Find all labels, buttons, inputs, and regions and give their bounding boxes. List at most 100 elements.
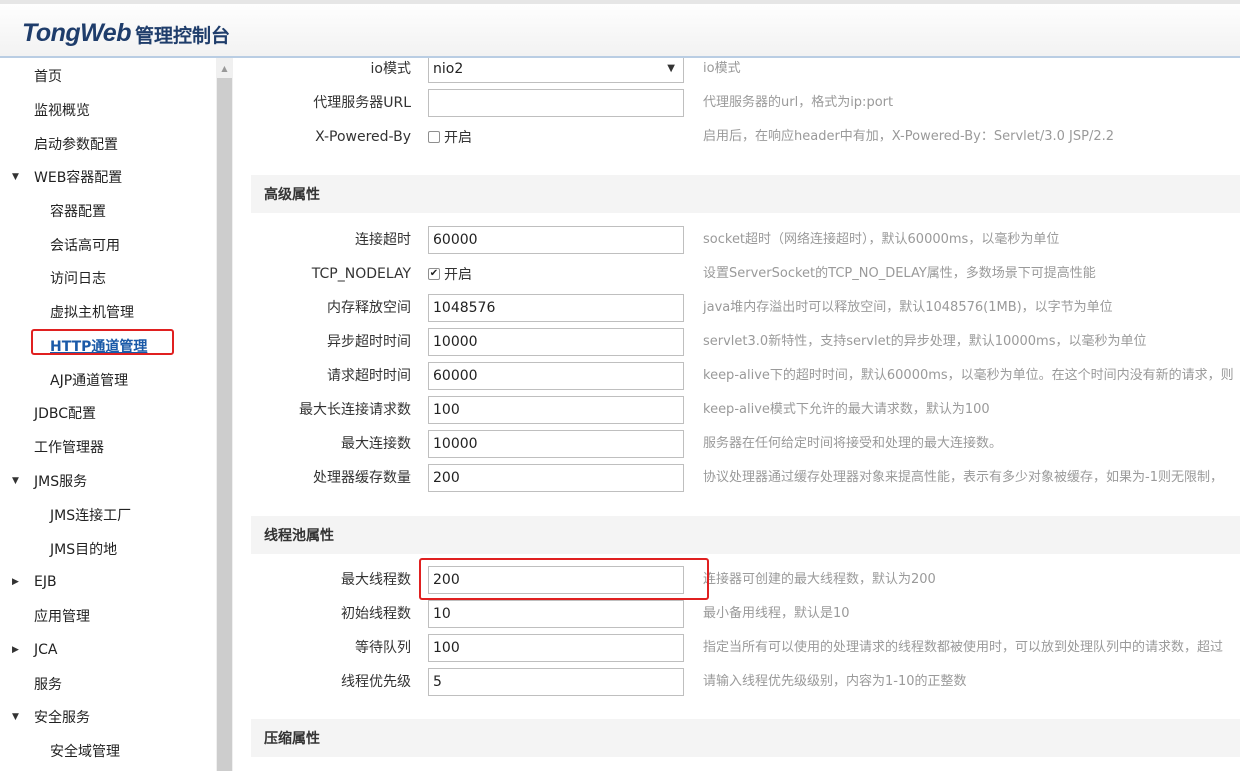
checkbox-label: 开启 — [444, 130, 472, 146]
sidebar-item-label: 监视概览 — [34, 103, 90, 119]
checkbox-checked-icon[interactable]: ✔ — [428, 268, 440, 280]
field-description: java堆内存溢出时可以释放空间，默认1048576(1MB)，以字节为单位 — [703, 300, 1113, 315]
sidebar-item-label: 首页 — [34, 69, 62, 85]
field-label: 内存释放空间 — [327, 300, 411, 316]
field-description: socket超时（网络连接超时），默认60000ms，以毫秒为单位 — [703, 232, 1060, 247]
sidebar-item-ejb[interactable]: ▶ EJB — [0, 568, 57, 596]
sidebar-item-label: JCA — [34, 642, 58, 658]
sidebar-item-container-config[interactable]: 容器配置 — [0, 197, 106, 225]
form-row-io-mode: io模式 nio2 ▼ io模式 — [233, 58, 1240, 84]
sidebar-item-session-ha[interactable]: 会话高可用 — [0, 231, 120, 259]
field-description: io模式 — [703, 61, 741, 76]
form-row-max-connections: 最大连接数 10000 服务器在任何给定时间将接受和处理的最大连接数。 — [233, 429, 1240, 459]
sidebar-item-ajp-channel[interactable]: AJP通道管理 — [0, 366, 128, 394]
sidebar-item-web-container[interactable]: ▼ WEB容器配置 — [0, 163, 122, 191]
sidebar-item-label: 安全服务 — [34, 710, 90, 726]
sidebar-item-label: 容器配置 — [50, 204, 106, 220]
sidebar-item-services[interactable]: 服务 — [0, 670, 62, 698]
sidebar-item-label: 安全域管理 — [50, 744, 120, 760]
x-powered-by-checkbox[interactable]: 开启 — [428, 128, 472, 146]
sidebar-item-jms-destination[interactable]: JMS目的地 — [0, 535, 117, 563]
sidebar-item-label: 会话高可用 — [50, 238, 120, 254]
logo-subtitle: 管理控制台 — [134, 25, 230, 47]
form-row-request-timeout: 请求超时时间 60000 keep-alive下的超时时间，默认60000ms，… — [233, 361, 1240, 391]
section-header-advanced: 高级属性 — [251, 175, 1240, 213]
field-label: 代理服务器URL — [313, 95, 411, 111]
highlight-box-max-threads — [419, 558, 709, 600]
sidebar-item-label: 工作管理器 — [34, 440, 104, 456]
min-threads-input[interactable]: 10 — [428, 600, 684, 628]
request-timeout-input[interactable]: 60000 — [428, 362, 684, 390]
form-row-accept-queue: 等待队列 100 指定当所有可以使用的处理请求的线程数都被使用时，可以放到处理队… — [233, 633, 1240, 663]
memory-release-input[interactable]: 1048576 — [428, 294, 684, 322]
field-label: 初始线程数 — [341, 606, 411, 622]
sidebar-nav: 首页 监视概览 启动参数配置 ▼ WEB容器配置 容器配置 会话高可用 访问日志 … — [0, 58, 216, 771]
max-connections-input[interactable]: 10000 — [428, 430, 684, 458]
dropdown-arrow-icon[interactable]: ▼ — [667, 58, 675, 82]
field-label: io模式 — [370, 61, 411, 77]
sidebar-item-startup-params[interactable]: 启动参数配置 — [0, 130, 118, 158]
thread-priority-input[interactable]: 5 — [428, 668, 684, 696]
main-content: io模式 nio2 ▼ io模式 代理服务器URL 代理服务器的url，格式为i… — [233, 58, 1240, 771]
sidebar-item-label: 访问日志 — [50, 271, 106, 287]
caret-right-icon[interactable]: ▶ — [12, 645, 19, 655]
field-label: 最大长连接请求数 — [299, 402, 411, 418]
io-mode-select[interactable]: nio2 ▼ — [428, 58, 684, 83]
form-row-memory-release: 内存释放空间 1048576 java堆内存溢出时可以释放空间，默认104857… — [233, 293, 1240, 323]
form-row-x-powered-by: X-Powered-By 开启 启用后，在响应header中有加，X-Power… — [233, 122, 1240, 152]
field-label: 异步超时时间 — [327, 334, 411, 350]
sidebar-item-label: JMS连接工厂 — [50, 508, 132, 524]
sidebar-item-label: AJP通道管理 — [50, 373, 129, 389]
sidebar-item-label: 虚拟主机管理 — [50, 305, 134, 321]
sidebar-scrollbar[interactable]: ▲ — [216, 58, 233, 771]
caret-down-icon[interactable]: ▼ — [12, 712, 19, 722]
proxy-url-input[interactable] — [428, 89, 684, 117]
field-description: 请输入线程优先级级别，内容为1-10的正整数 — [703, 674, 967, 689]
sidebar-item-label: EJB — [34, 574, 57, 590]
section-title: 高级属性 — [264, 187, 320, 203]
max-keepalive-input[interactable]: 100 — [428, 396, 684, 424]
async-timeout-input[interactable]: 10000 — [428, 328, 684, 356]
field-description: 指定当所有可以使用的处理请求的线程数都被使用时，可以放到处理队列中的请求数，超过 — [703, 640, 1224, 655]
field-description: 设置ServerSocket的TCP_NO_DELAY属性，多数场景下可提高性能 — [703, 266, 1096, 281]
checkbox-unchecked-icon[interactable] — [428, 131, 440, 143]
sidebar-item-label: JMS服务 — [34, 474, 88, 490]
caret-down-icon[interactable]: ▼ — [12, 476, 19, 486]
scroll-up-arrow-icon[interactable]: ▲ — [216, 60, 233, 77]
field-description: 代理服务器的url，格式为ip:port — [703, 95, 894, 110]
sidebar-item-jms-factory[interactable]: JMS连接工厂 — [0, 501, 131, 529]
checkbox-label: 开启 — [444, 267, 472, 283]
sidebar-item-virtual-host[interactable]: 虚拟主机管理 — [0, 298, 134, 326]
app-header: TongWeb 管理控制台 — [0, 0, 1240, 58]
sidebar-item-app-management[interactable]: 应用管理 — [0, 602, 90, 630]
field-label: 最大连接数 — [341, 436, 411, 452]
sidebar-item-security-domain[interactable]: 安全域管理 — [0, 737, 120, 765]
field-description: keep-alive模式下允许的最大请求数，默认为100 — [703, 402, 990, 417]
field-description: 协议处理器通过缓存处理器对象来提高性能，表示有多少对象被缓存，如果为-1则无限制… — [703, 470, 1223, 485]
scrollbar-thumb[interactable] — [217, 78, 232, 771]
form-row-tcp-nodelay: TCP_NODELAY ✔ 开启 设置ServerSocket的TCP_NO_D… — [233, 259, 1240, 289]
sidebar-item-home[interactable]: 首页 — [0, 62, 62, 90]
sidebar-item-jca[interactable]: ▶ JCA — [0, 636, 57, 664]
field-label: 线程优先级 — [341, 674, 411, 690]
caret-right-icon[interactable]: ▶ — [12, 577, 19, 587]
caret-down-icon[interactable]: ▼ — [12, 172, 19, 182]
section-title: 线程池属性 — [264, 528, 334, 544]
sidebar-item-work-manager[interactable]: 工作管理器 — [0, 433, 104, 461]
field-description: servlet3.0新特性，支持servlet的异步处理，默认10000ms，以… — [703, 334, 1147, 349]
field-description: 最小备用线程，默认是10 — [703, 606, 850, 621]
sidebar-item-jms[interactable]: ▼ JMS服务 — [0, 467, 87, 495]
tcp-nodelay-checkbox[interactable]: ✔ 开启 — [428, 265, 472, 283]
processor-cache-input[interactable]: 200 — [428, 464, 684, 492]
sidebar-item-access-log[interactable]: 访问日志 — [0, 264, 106, 292]
sidebar-item-security[interactable]: ▼ 安全服务 — [0, 703, 90, 731]
sidebar: 首页 监视概览 启动参数配置 ▼ WEB容器配置 容器配置 会话高可用 访问日志 … — [0, 58, 233, 771]
field-label: 连接超时 — [355, 232, 411, 248]
connection-timeout-input[interactable]: 60000 — [428, 226, 684, 254]
select-value: nio2 — [433, 61, 464, 77]
accept-queue-input[interactable]: 100 — [428, 634, 684, 662]
sidebar-item-jdbc[interactable]: JDBC配置 — [0, 399, 96, 427]
field-label: 处理器缓存数量 — [313, 470, 411, 486]
sidebar-item-monitor-overview[interactable]: 监视概览 — [0, 96, 90, 124]
field-label: X-Powered-By — [315, 129, 411, 145]
